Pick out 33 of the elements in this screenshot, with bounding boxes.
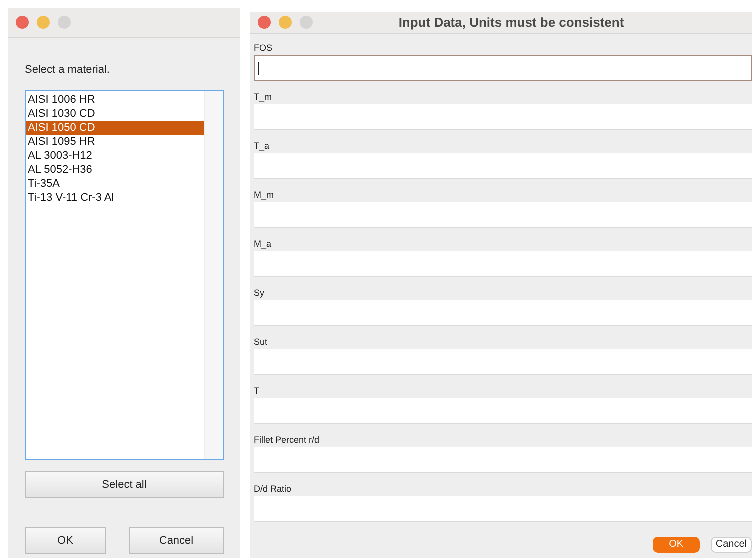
field-label: T	[254, 385, 260, 398]
close-button[interactable]	[16, 16, 29, 29]
field-label: M_a	[254, 238, 273, 251]
text-cursor	[258, 62, 259, 75]
list-item[interactable]: Ti-35A	[26, 177, 204, 191]
prompt-label: Select a material.	[25, 64, 111, 78]
scrollbar[interactable]	[204, 91, 223, 459]
list-item[interactable]: AL 5052-H36	[26, 163, 204, 177]
field-label: M_m	[254, 189, 275, 202]
zoom-button[interactable]	[300, 16, 313, 29]
field-label: FOS	[254, 42, 274, 55]
cancel-button[interactable]: Cancel	[710, 537, 752, 553]
window-title: Input Data, Units must be consistent	[398, 15, 626, 30]
zoom-button[interactable]	[58, 16, 71, 29]
list-item[interactable]: AISI 1006 HR	[26, 93, 204, 107]
close-button[interactable]	[258, 16, 271, 29]
field-label: Sut	[254, 336, 269, 349]
field-label: Sy	[254, 287, 266, 300]
minimize-button[interactable]	[279, 16, 292, 29]
list-item[interactable]: AISI 1030 CD	[26, 107, 204, 121]
minimize-button[interactable]	[37, 16, 50, 29]
list-item[interactable]: AISI 1050 CD	[26, 121, 204, 135]
field-label: Fillet Percent r/d	[254, 434, 321, 447]
list-item[interactable]: AL 3003-H12	[26, 149, 204, 163]
field-label: D/d Ratio	[254, 483, 293, 496]
dialog-button[interactable]: Cancel	[129, 527, 224, 554]
dialog-button[interactable]: OK	[25, 527, 106, 554]
list-item[interactable]: Ti-13 V-11 Cr-3 Al	[26, 191, 204, 205]
select-all-button[interactable]: Select all	[25, 471, 224, 498]
field-label: T_m	[254, 91, 273, 104]
field-label: T_a	[254, 140, 271, 153]
list-item[interactable]: AISI 1095 HR	[26, 135, 204, 149]
input-field[interactable]	[254, 55, 752, 81]
